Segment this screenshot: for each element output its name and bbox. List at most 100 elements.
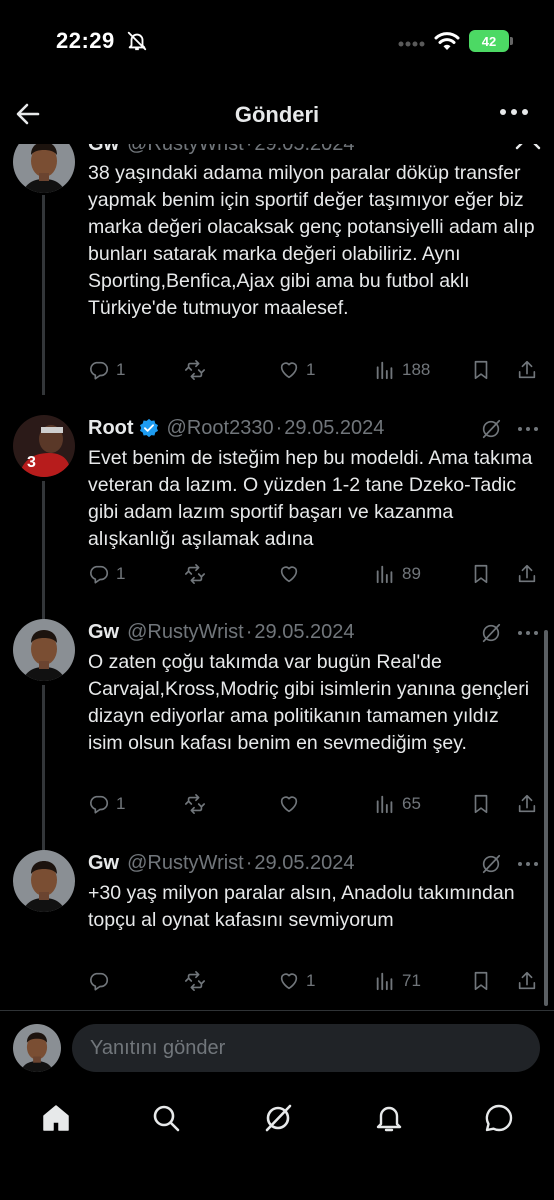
views-icon (374, 793, 396, 815)
heart-icon (278, 970, 300, 992)
grok-icon[interactable] (480, 853, 502, 875)
retweet-button[interactable] (184, 563, 206, 585)
avatar[interactable] (13, 619, 75, 681)
reply-icon (88, 970, 110, 992)
status-bar: 22:29 42 (0, 0, 554, 84)
tweet-date: 29.05.2024 (254, 620, 355, 643)
views-button[interactable]: 89 (374, 563, 421, 585)
reply-feed[interactable]: Gw @RustyWrist · 29.05.2024 38 yaşındaki… (0, 144, 554, 1010)
meta-separator: · (245, 620, 253, 643)
heart-icon (278, 563, 300, 585)
share-icon (516, 793, 538, 815)
views-button[interactable]: 188 (374, 359, 430, 381)
notifications-icon[interactable] (373, 1102, 405, 1134)
author-name[interactable]: Gw (88, 144, 119, 156)
home-icon[interactable] (40, 1102, 72, 1134)
views-icon (374, 970, 396, 992)
share-button[interactable] (516, 359, 538, 381)
author-handle[interactable]: @RustyWrist (127, 852, 244, 875)
share-button[interactable] (516, 793, 538, 815)
retweet-icon (184, 563, 206, 585)
divider (0, 1010, 554, 1011)
more-options-icon[interactable] (498, 106, 530, 118)
bookmark-button[interactable] (470, 793, 492, 815)
more-options-icon[interactable] (516, 860, 540, 868)
bookmark-icon (470, 970, 492, 992)
reply-count: 1 (116, 360, 126, 379)
bookmark-button[interactable] (470, 563, 492, 585)
search-icon[interactable] (150, 1102, 182, 1134)
reply-count: 1 (116, 564, 126, 583)
retweet-icon (184, 359, 206, 381)
tweet-actions: 1 89 (86, 563, 546, 589)
view-count: 71 (402, 971, 421, 990)
view-count: 65 (402, 794, 421, 813)
views-button[interactable]: 65 (374, 793, 421, 815)
reply-button[interactable]: 1 (88, 793, 125, 815)
reply-button[interactable]: 1 (88, 563, 125, 585)
author-name[interactable]: Gw (88, 621, 119, 644)
author-handle[interactable]: @RustyWrist (127, 144, 244, 156)
messages-icon[interactable] (483, 1102, 515, 1134)
share-icon (516, 359, 538, 381)
tweet-date: 29.05.2024 (254, 851, 355, 874)
reply-icon (88, 563, 110, 585)
avatar[interactable] (13, 415, 75, 477)
more-options-icon[interactable] (516, 629, 540, 637)
tweet-text: +30 yaş milyon paralar alsın, Anadolu ta… (88, 882, 515, 931)
reply-count: 1 (116, 794, 126, 813)
like-count: 1 (306, 971, 316, 990)
retweet-icon (184, 793, 206, 815)
tweet-actions: 1 71 (86, 970, 546, 996)
views-button[interactable]: 71 (374, 970, 421, 992)
more-options-icon[interactable] (516, 425, 540, 433)
heart-icon (278, 359, 300, 381)
grok-icon[interactable] (480, 418, 502, 440)
author-name[interactable]: Gw (88, 852, 119, 875)
author-handle[interactable]: @RustyWrist (127, 621, 244, 644)
author-handle[interactable]: @Root2330 (167, 417, 274, 440)
tweet-item[interactable]: Gw @RustyWrist · 29.05.2024 O zaten çoğu… (0, 619, 554, 855)
retweet-button[interactable] (184, 793, 206, 815)
like-count: 1 (306, 360, 316, 379)
scrollbar[interactable] (544, 630, 548, 1006)
bookmark-button[interactable] (470, 970, 492, 992)
heart-icon (278, 793, 300, 815)
meta-separator: · (246, 144, 253, 156)
like-button[interactable] (278, 793, 306, 815)
grok-icon[interactable] (480, 622, 502, 644)
meta-separator: · (275, 416, 283, 439)
grok-icon[interactable] (262, 1102, 294, 1134)
share-button[interactable] (516, 563, 538, 585)
current-user-avatar[interactable] (13, 1024, 61, 1072)
author-name[interactable]: Root (88, 417, 134, 440)
tweet-item[interactable]: Root @Root2330 · 29.05.2024 Evet benim d… (0, 415, 554, 621)
status-time: 22:29 (56, 28, 115, 53)
share-icon (516, 563, 538, 585)
views-icon (374, 563, 396, 585)
retweet-button[interactable] (184, 970, 206, 992)
bookmark-icon (470, 563, 492, 585)
tweet-item[interactable]: Gw @RustyWrist · 29.05.2024 +30 yaş mily… (0, 850, 554, 1000)
view-count: 89 (402, 564, 421, 583)
thread-line (42, 195, 45, 395)
tweet-actions: 1 1 188 (86, 359, 546, 385)
wifi-icon (434, 32, 460, 50)
reply-input[interactable]: Yanıtını gönder (72, 1024, 540, 1072)
chevron-up-icon[interactable] (514, 144, 542, 151)
like-button[interactable] (278, 563, 306, 585)
reply-button[interactable]: 1 (88, 359, 125, 381)
avatar[interactable] (13, 144, 75, 193)
reply-button[interactable] (88, 970, 116, 992)
avatar[interactable] (13, 850, 75, 912)
like-button[interactable]: 1 (278, 970, 315, 992)
retweet-button[interactable] (184, 359, 206, 381)
tweet-item[interactable]: Gw @RustyWrist · 29.05.2024 38 yaşındaki… (0, 144, 554, 395)
reply-icon (88, 359, 110, 381)
bookmark-button[interactable] (470, 359, 492, 381)
view-count: 188 (402, 360, 431, 379)
battery-indicator: 42 (469, 30, 509, 52)
like-button[interactable]: 1 (278, 359, 315, 381)
reply-icon (88, 793, 110, 815)
share-button[interactable] (516, 970, 538, 992)
